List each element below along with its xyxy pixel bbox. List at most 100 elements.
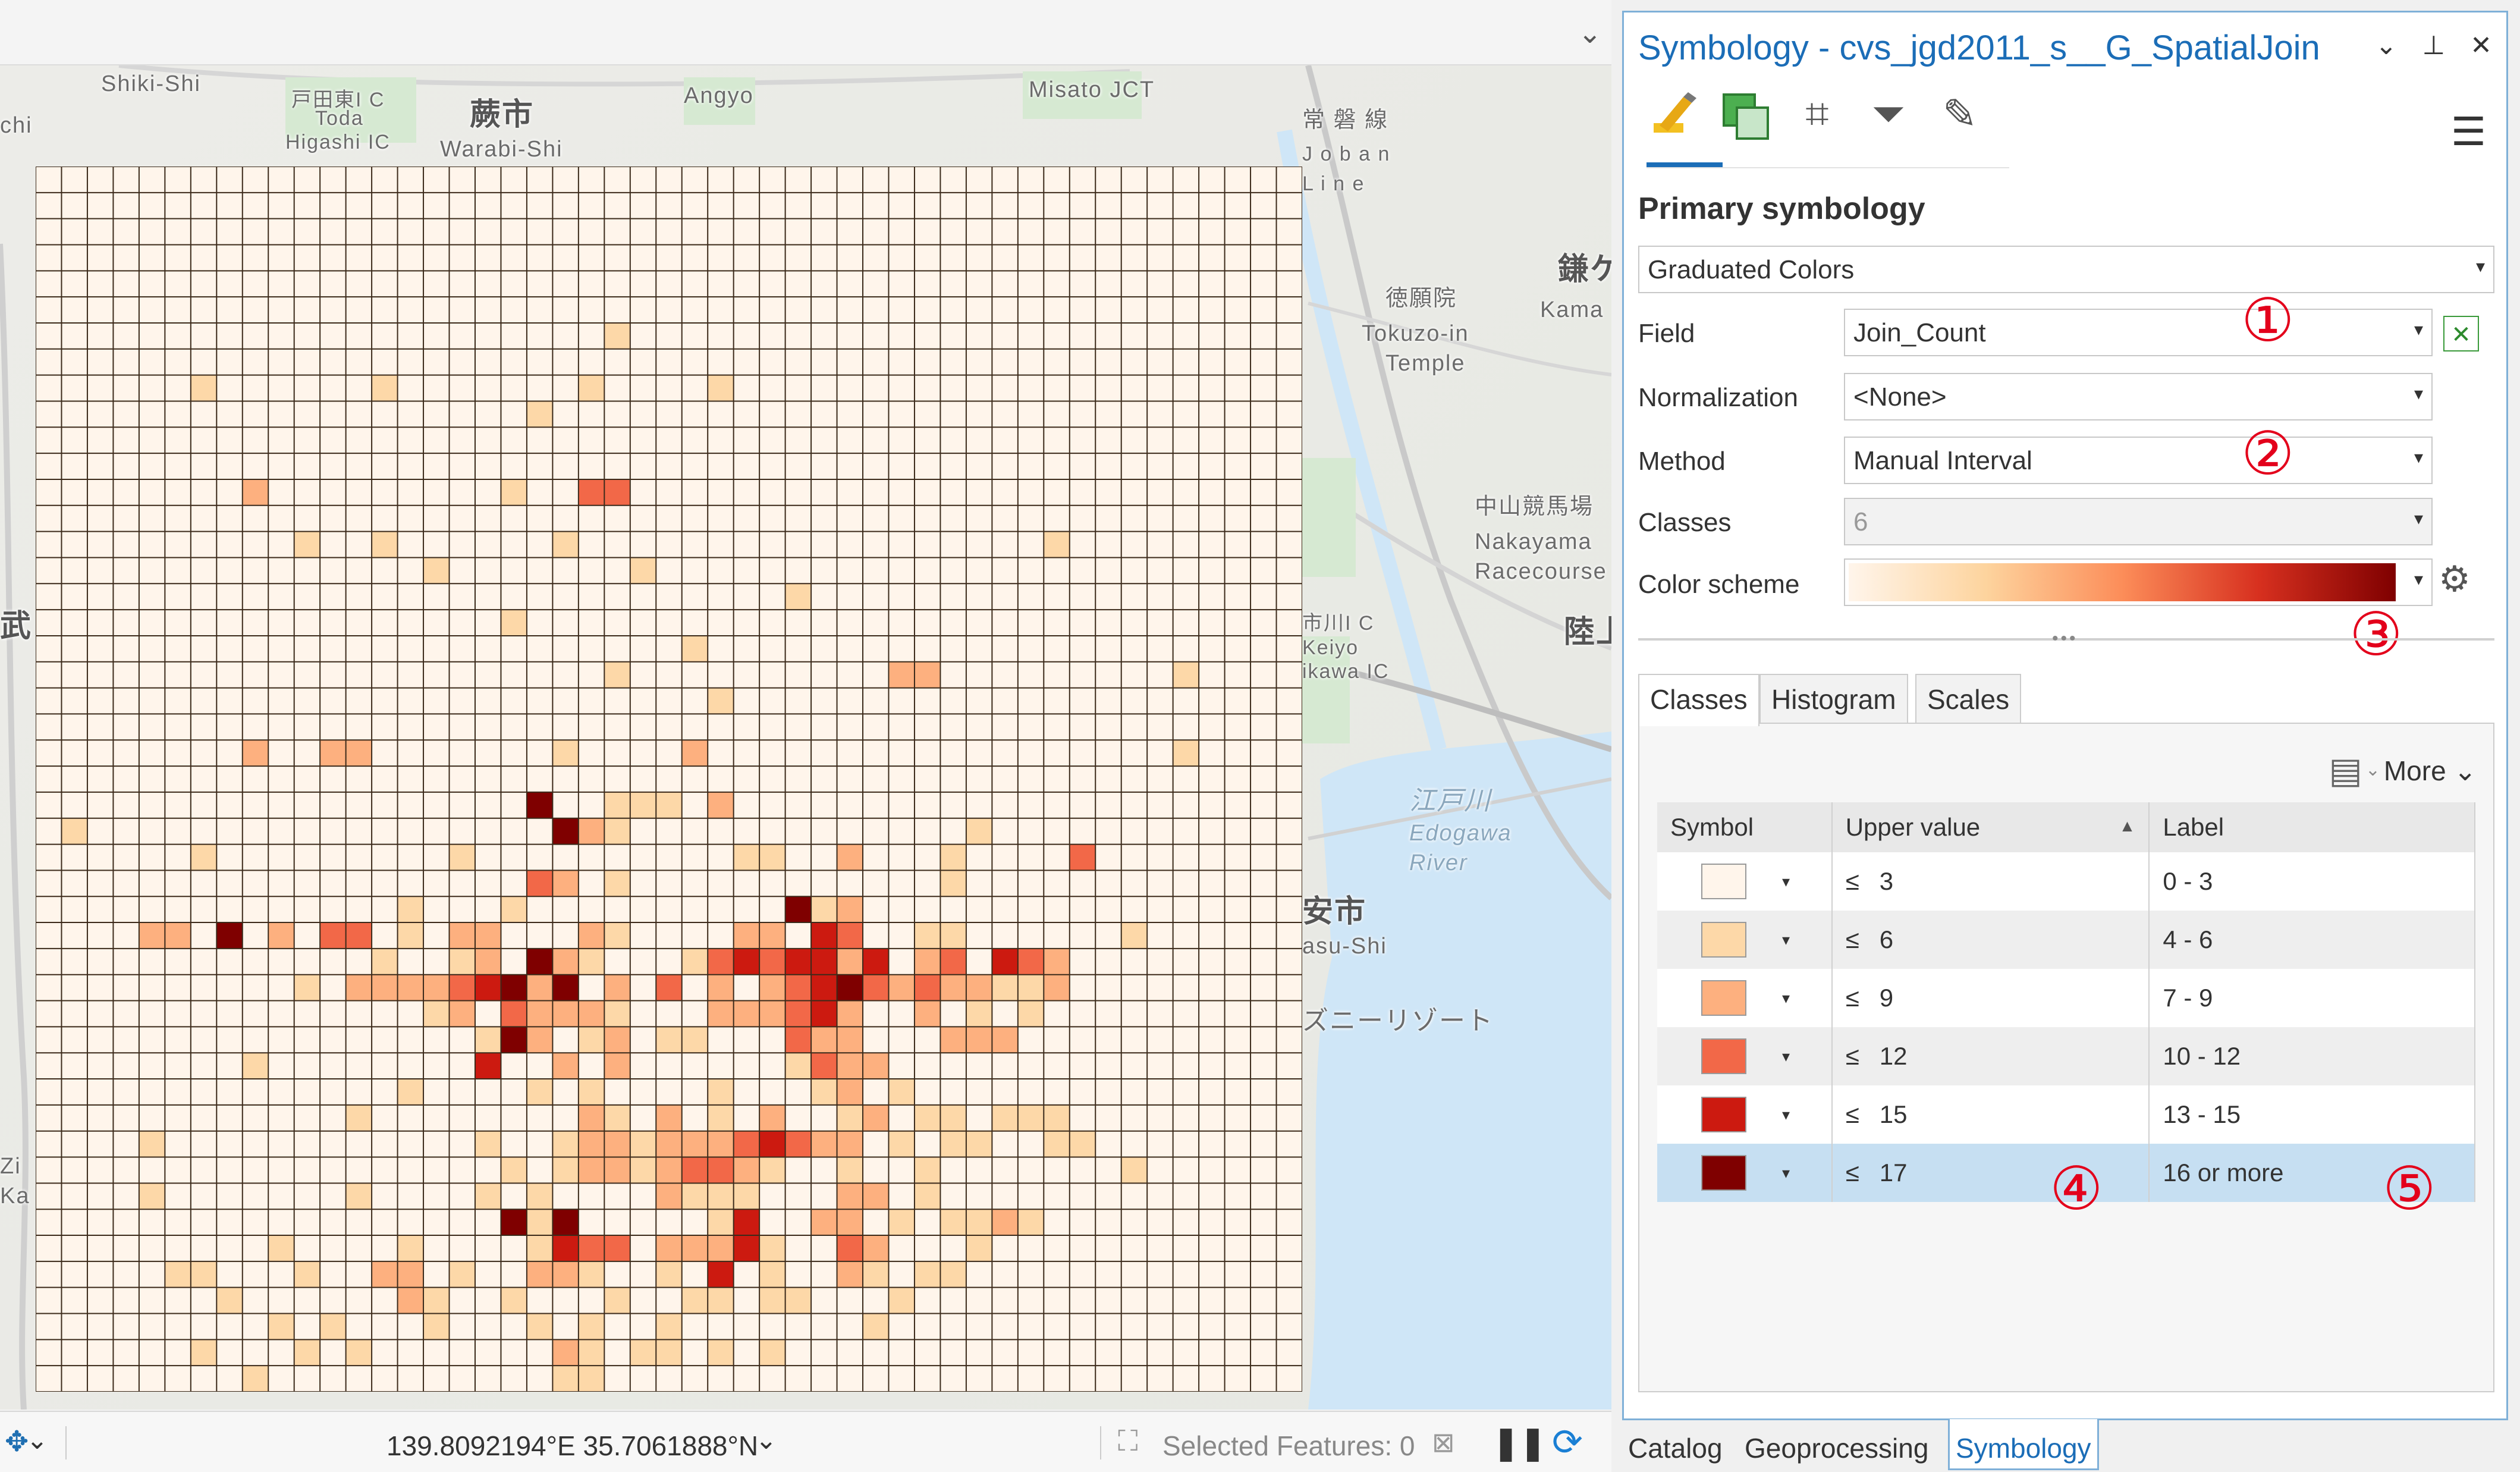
navigation-chevron-icon[interactable]: ⌄ <box>26 1425 48 1455</box>
table-view-icon[interactable]: ▤ <box>2329 750 2362 792</box>
grid-cell <box>708 1131 734 1157</box>
close-icon[interactable]: ✕ <box>2470 31 2492 60</box>
grid-cell <box>604 1131 630 1157</box>
pin-icon[interactable]: ⊥ <box>2422 31 2445 60</box>
sort-ascending-icon: ▲ <box>2119 817 2136 835</box>
method-dropdown[interactable]: Manual Interval ▾ <box>1844 437 2433 484</box>
renderer-dropdown[interactable]: Graduated Colors ▾ <box>1638 246 2494 293</box>
field-dropdown[interactable]: Join_Count ▾ <box>1844 309 2433 356</box>
upper-value-cell[interactable]: ≤9 <box>1831 969 2150 1027</box>
class-label: 16 or more <box>2163 1159 2284 1187</box>
active-tool-indicator <box>1647 162 1723 167</box>
clear-selection-icon[interactable]: ⊠ <box>1432 1426 1455 1458</box>
symbol-dropdown-arrow-icon[interactable]: ▾ <box>1782 1164 1790 1182</box>
expression-builder-icon[interactable]: ✕ <box>2443 316 2479 351</box>
grid-cell <box>656 1339 682 1366</box>
grid-cell <box>475 974 501 1001</box>
label-cell[interactable]: 7 - 9 <box>2149 969 2475 1027</box>
symbol-layers-icon[interactable]: ⌗ <box>1790 90 1844 147</box>
symbol-dropdown-arrow-icon[interactable]: ▾ <box>1782 931 1790 949</box>
gear-icon[interactable]: ⚙ <box>2439 558 2471 600</box>
upper-value-cell[interactable]: ≤6 <box>1831 911 2150 969</box>
classes-dropdown[interactable]: 6 ▾ <box>1844 498 2433 545</box>
symbol-dropdown-arrow-icon[interactable]: ▾ <box>1782 872 1790 891</box>
table-row[interactable]: ▾ ≤6 4 - 6 <box>1657 911 2475 969</box>
symbol-cell[interactable]: ▾ <box>1657 969 1833 1027</box>
tab-classes[interactable]: Classes <box>1638 674 1759 726</box>
symbol-cell[interactable]: ▾ <box>1657 852 1833 911</box>
class-symbol-swatch[interactable] <box>1701 980 1746 1016</box>
symbol-classes-icon[interactable]: ✎ <box>1933 90 1987 147</box>
grid-cell <box>320 1313 346 1340</box>
tab-histogram[interactable]: Histogram <box>1759 674 1908 724</box>
grid-cell <box>578 1157 605 1184</box>
symbol-cell[interactable]: ▾ <box>1657 1085 1833 1144</box>
table-row[interactable]: ▾ ≤9 7 - 9 <box>1657 969 2475 1027</box>
class-symbol-swatch[interactable] <box>1701 1097 1746 1132</box>
map-options-chevron-icon[interactable]: ⌄ <box>1578 17 1602 50</box>
grid-cell <box>501 1287 527 1314</box>
menu-icon[interactable]: ☰ <box>2451 109 2486 155</box>
symbol-cell[interactable]: ▾ <box>1657 1144 1833 1202</box>
basemap[interactable]: Shiki-Shi 戸田東I C Toda Higashi IC 蕨市 Wara… <box>0 65 1611 1410</box>
grid-cell <box>1173 661 1199 688</box>
class-symbol-swatch[interactable] <box>1701 922 1746 958</box>
grid-cell <box>604 322 630 349</box>
label-cell[interactable]: 13 - 15 <box>2149 1085 2475 1144</box>
field-value: Join_Count <box>1853 318 1986 347</box>
upper-value-cell[interactable]: ≤3 <box>1831 852 2150 911</box>
class-symbol-swatch[interactable] <box>1701 1038 1746 1074</box>
classes-value: 6 <box>1853 507 1868 536</box>
tab-geoprocessing[interactable]: Geoprocessing <box>1739 1419 1934 1470</box>
symbol-dropdown-arrow-icon[interactable]: ▾ <box>1782 1047 1790 1066</box>
symbol-dropdown-arrow-icon[interactable]: ▾ <box>1782 989 1790 1008</box>
dropdown-arrow-icon: ▾ <box>2414 384 2423 404</box>
upper-value-cell[interactable]: ≤12 <box>1831 1027 2150 1085</box>
label-cell[interactable]: 10 - 12 <box>2149 1027 2475 1085</box>
symbol-dropdown-arrow-icon[interactable]: ▾ <box>1782 1106 1790 1124</box>
chevron-down-icon[interactable]: ⌄ <box>2375 31 2397 60</box>
grid-cell <box>863 1104 889 1131</box>
filter-icon[interactable]: ⏷ <box>1862 90 1915 147</box>
grid-cell <box>449 1000 475 1027</box>
pause-drawing-icon[interactable]: ❚❚ <box>1492 1424 1547 1461</box>
tab-scales[interactable]: Scales <box>1915 674 2022 724</box>
column-header-upper-value[interactable]: Upper value ▲ <box>1831 802 2150 852</box>
normalization-dropdown[interactable]: <None> ▾ <box>1844 373 2433 420</box>
splitter-grip-icon[interactable]: ••• <box>2052 629 2078 649</box>
class-symbol-swatch[interactable] <box>1701 1155 1746 1191</box>
upper-value-cell[interactable]: ≤15 <box>1831 1085 2150 1144</box>
label-cell[interactable]: 0 - 3 <box>2149 852 2475 911</box>
grid-cell <box>552 1053 579 1079</box>
table-row[interactable]: ▾ ≤3 0 - 3 <box>1657 852 2475 911</box>
less-equal-symbol: ≤ <box>1845 925 1859 953</box>
coordinate-format-chevron-icon[interactable]: ⌄ <box>755 1425 777 1455</box>
tab-catalog[interactable]: Catalog <box>1622 1419 1729 1470</box>
symbol-cell[interactable]: ▾ <box>1657 911 1833 969</box>
grid-cell <box>837 1183 863 1210</box>
refresh-icon[interactable]: ⟳ <box>1552 1420 1583 1464</box>
primary-symbology-icon[interactable] <box>1648 90 1701 147</box>
navigation-icon[interactable]: ✥ <box>5 1425 29 1458</box>
table-row[interactable]: ▾ ≤12 10 - 12 <box>1657 1027 2475 1085</box>
map-view[interactable]: ⌄ Shiki-Shi 戸田東I C Toda Higashi IC 蕨市 Wa… <box>0 0 1611 1472</box>
column-header-label[interactable]: Label <box>2149 802 2475 852</box>
grid-cell <box>552 531 579 558</box>
grid-cell <box>914 922 941 949</box>
more-button[interactable]: More ⌄ <box>2384 755 2477 787</box>
grid-cell <box>526 870 553 897</box>
label-cell[interactable]: 4 - 6 <box>2149 911 2475 969</box>
less-equal-symbol: ≤ <box>1845 984 1859 1012</box>
symbol-cell[interactable]: ▾ <box>1657 1027 1833 1085</box>
vary-symbology-icon[interactable] <box>1719 90 1773 147</box>
tab-symbology[interactable]: Symbology <box>1948 1419 2099 1470</box>
place-label: ikawa IC <box>1302 660 1390 683</box>
table-row[interactable]: ▾ ≤15 13 - 15 <box>1657 1085 2475 1144</box>
column-header-symbol[interactable]: Symbol <box>1657 802 1833 852</box>
class-label: 4 - 6 <box>2163 925 2213 953</box>
color-scheme-dropdown[interactable]: ▾ <box>1844 558 2433 606</box>
place-label: 安市 <box>1302 895 1367 929</box>
fishnet-grid-layer[interactable] <box>36 167 1302 1392</box>
view-chevron-icon[interactable]: ⌄ <box>2365 759 2380 780</box>
class-symbol-swatch[interactable] <box>1701 864 1746 899</box>
